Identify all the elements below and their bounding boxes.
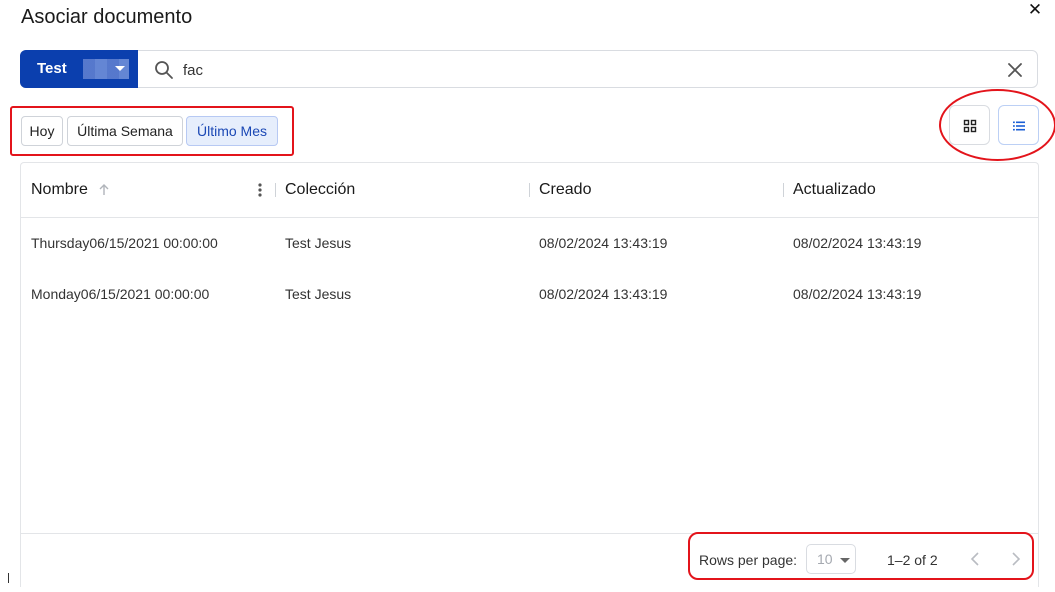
collection-select[interactable]: Test <box>20 50 138 88</box>
cell-created: 08/02/2024 13:43:19 <box>539 235 668 251</box>
cell-updated: 08/02/2024 13:43:19 <box>793 235 922 251</box>
cell-created: 08/02/2024 13:43:19 <box>539 286 668 302</box>
next-page-icon[interactable] <box>1005 549 1025 569</box>
column-separator[interactable] <box>529 183 530 197</box>
chevron-down-icon <box>840 558 850 563</box>
text-cursor <box>8 573 9 583</box>
filter-chip-today[interactable]: Hoy <box>21 116 63 146</box>
column-header-name[interactable]: Nombre <box>31 181 88 199</box>
table-footer: Rows per page: 10 1–2 of 2 <box>21 532 1038 588</box>
rows-per-page-value: 10 <box>817 551 833 567</box>
column-header-collection[interactable]: Colección <box>285 181 355 199</box>
table-header: Nombre Colección Creado Actualizado <box>21 163 1038 218</box>
column-header-created[interactable]: Creado <box>539 181 591 199</box>
clear-search-icon[interactable] <box>1005 60 1025 80</box>
search-bar: Test <box>20 50 1038 88</box>
documents-table: Nombre Colección Creado Actualizado Thur… <box>20 162 1039 587</box>
dialog-title: Asociar documento <box>21 6 193 28</box>
previous-page-icon[interactable] <box>966 549 986 569</box>
column-menu-icon[interactable] <box>257 182 263 198</box>
rows-per-page-label: Rows per page: <box>699 552 798 568</box>
column-separator[interactable] <box>275 183 276 197</box>
chevron-down-icon <box>115 66 125 71</box>
table-row[interactable]: Thursday06/15/2021 00:00:00 Test Jesus 0… <box>21 218 1038 269</box>
cell-name: Monday06/15/2021 00:00:00 <box>31 286 210 302</box>
cell-collection: Test Jesus <box>285 235 352 251</box>
sort-ascending-icon[interactable] <box>97 183 111 197</box>
column-separator[interactable] <box>783 183 784 197</box>
collection-select-label: Test <box>37 60 67 77</box>
cell-updated: 08/02/2024 13:43:19 <box>793 286 922 302</box>
table-row[interactable]: Monday06/15/2021 00:00:00 Test Jesus 08/… <box>21 269 1038 320</box>
search-input[interactable] <box>183 59 983 81</box>
column-header-updated[interactable]: Actualizado <box>793 181 876 199</box>
grid-icon <box>963 119 977 133</box>
filter-chip-last-month[interactable]: Último Mes <box>186 116 278 146</box>
filter-chip-last-week[interactable]: Última Semana <box>67 116 183 146</box>
rows-per-page-select[interactable]: 10 <box>806 544 856 574</box>
cell-name: Thursday06/15/2021 00:00:00 <box>31 235 218 251</box>
list-view-button[interactable] <box>998 105 1039 145</box>
cell-collection: Test Jesus <box>285 286 352 302</box>
list-icon <box>1013 121 1025 131</box>
grid-view-button[interactable] <box>949 105 990 145</box>
search-icon <box>155 61 173 79</box>
associate-document-dialog: Asociar documento ✕ Test Hoy Última Sema… <box>0 0 1055 592</box>
close-icon[interactable]: ✕ <box>1027 1 1043 18</box>
pagination-range: 1–2 of 2 <box>887 552 938 568</box>
